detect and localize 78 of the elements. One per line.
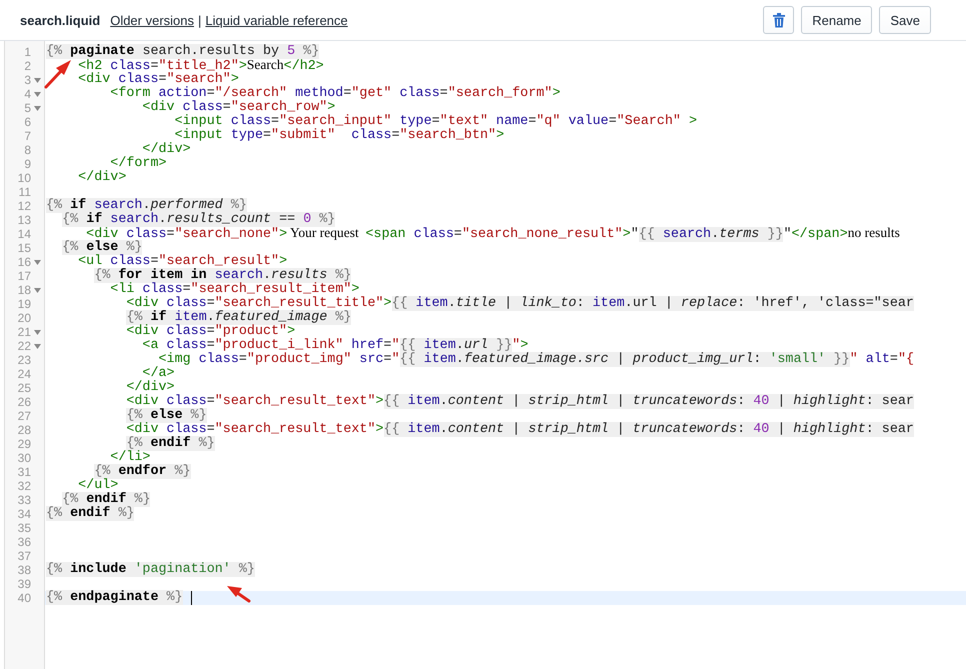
fold-icon[interactable]	[34, 92, 41, 96]
code-line: <img class="product_img" src="{{ item.featured_image.src | product_img_url: 'small' }}" alt="{	[158, 353, 914, 367]
link-separator: |	[198, 12, 202, 28]
line-number: 7	[24, 129, 31, 143]
header-link[interactable]: Liquid variable reference	[205, 12, 348, 28]
line-number: 29	[18, 437, 31, 451]
line-number: 33	[18, 493, 31, 507]
line-number: 23	[18, 353, 31, 367]
line-number: 34	[18, 507, 31, 521]
line-number: 20	[18, 311, 31, 325]
line-number: 31	[18, 465, 31, 479]
line-number: 10	[18, 171, 31, 185]
fold-icon[interactable]	[34, 344, 41, 348]
line-number: 37	[18, 549, 31, 563]
line-number: 4	[24, 87, 31, 101]
header-link[interactable]: Older versions	[110, 12, 194, 28]
code-line: <form action="/search" method="get" class="search_form">	[109, 87, 560, 101]
line-number: 21	[18, 325, 31, 339]
line-number: 27	[18, 409, 31, 423]
line-number: 11	[18, 185, 31, 199]
line-number: 8	[24, 143, 31, 157]
line-number: 18	[18, 283, 31, 297]
line-number: 13	[18, 213, 31, 227]
code-line: <div class="search">	[77, 73, 239, 87]
line-number: 36	[18, 535, 31, 549]
fold-icon[interactable]	[34, 330, 41, 334]
line-number: 6	[24, 115, 31, 129]
line-number: 16	[18, 255, 31, 269]
line-number: 39	[18, 577, 31, 591]
code-line: </a>	[142, 367, 175, 381]
code-line: </div>	[77, 171, 126, 185]
line-number: 19	[18, 297, 31, 311]
code-line: <div class="search_row">	[141, 101, 336, 115]
code-line: <input type="submit" class="search_btn">	[174, 129, 504, 143]
line-number: 5	[24, 101, 31, 115]
file-title: search.liquid	[20, 12, 100, 28]
line-number: 32	[18, 479, 31, 493]
annotation-arrow	[227, 586, 250, 602]
line-number: 1	[24, 45, 31, 59]
code-line: <a class="product_i_link" href="{{ item.url }}">	[141, 339, 528, 353]
code-line: </ul>	[78, 479, 118, 493]
line-number: 12	[18, 199, 31, 213]
code-line: <div class="product">	[125, 325, 296, 339]
line-number: 25	[18, 381, 31, 395]
code-line: <div class="search_result_title">{{ item.title | link_to: item.url | replace: 'href', 'class="sear	[125, 297, 914, 311]
fold-icon[interactable]	[34, 260, 41, 264]
fold-icon[interactable]	[34, 288, 41, 292]
line-number: 38	[18, 563, 31, 577]
line-number: 26	[18, 395, 31, 409]
fold-icon[interactable]	[34, 106, 41, 110]
code-line: <input class="search_input" type="text" name="q" value="Search" >	[174, 115, 697, 129]
fold-icon[interactable]	[34, 78, 41, 82]
code-line: </div>	[125, 381, 175, 395]
code-line: <div class="search_result_text">{{ item.content | strip_html | truncatewords: 40 | highlight: sear	[125, 423, 914, 437]
line-number: 9	[24, 157, 31, 171]
line-number: 15	[18, 241, 31, 255]
code-line: <ul class="search_result">	[77, 255, 288, 269]
code-line: <div class="search_result_text">{{ item.content | strip_html | truncatewords: 40 | highlight: sear	[125, 395, 914, 409]
line-number: 3	[24, 73, 31, 87]
line-number: 22	[18, 339, 31, 353]
annotation-arrow	[44, 60, 71, 88]
line-number: 17	[18, 269, 31, 283]
line-number: 28	[18, 423, 31, 437]
code-line: </li>	[110, 451, 150, 465]
code-line: </div>	[142, 143, 191, 157]
trash-icon	[772, 12, 785, 28]
line-number: 2	[24, 59, 31, 73]
line-number: 30	[18, 451, 31, 465]
line-number: 24	[18, 367, 31, 381]
delete-button[interactable]	[763, 6, 794, 34]
text-cursor	[190, 591, 192, 605]
code-line: <li class="search_result_item">	[109, 283, 360, 297]
code-line: </form>	[110, 157, 167, 171]
header-button[interactable]: Save	[879, 6, 931, 34]
line-number: 35	[18, 521, 31, 535]
line-number: 14	[18, 227, 31, 241]
line-number: 40	[18, 591, 31, 605]
header-button[interactable]: Rename	[801, 6, 872, 34]
